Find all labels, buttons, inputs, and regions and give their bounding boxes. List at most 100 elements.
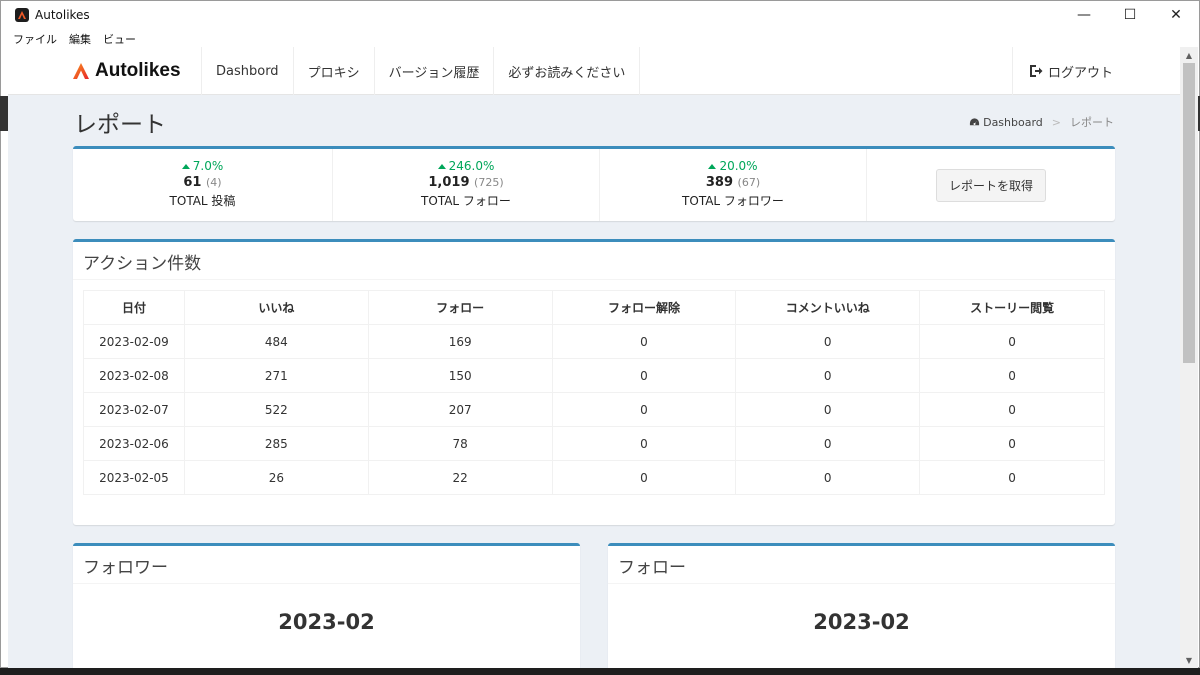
window-title: Autolikes bbox=[35, 8, 90, 22]
scroll-thumb[interactable] bbox=[1183, 63, 1195, 363]
caret-up-icon bbox=[708, 163, 717, 169]
stat-change-value: 246.0% bbox=[448, 159, 495, 173]
minimize-button[interactable]: — bbox=[1061, 1, 1107, 29]
breadcrumb-separator: > bbox=[1051, 115, 1061, 129]
stat-label: TOTAL フォロー bbox=[421, 194, 511, 208]
stat-value: 61 (4) bbox=[73, 175, 332, 190]
vertical-scrollbar[interactable]: ▲ ▼ bbox=[1180, 47, 1198, 668]
stat-previous: (67) bbox=[737, 176, 761, 189]
table-cell: 169 bbox=[367, 324, 553, 359]
table-cell: 26 bbox=[183, 460, 369, 495]
table-cell: 2023-02-06 bbox=[83, 426, 185, 461]
column-header-story-views: ストーリー閲覧 bbox=[919, 290, 1105, 325]
nav-item-version-history[interactable]: バージョン履歴 bbox=[375, 47, 495, 95]
app-logo-icon bbox=[15, 8, 29, 22]
get-report-button[interactable]: レポートを取得 bbox=[935, 168, 1046, 202]
table-row: 2023-02-09 484 169 0 0 0 bbox=[83, 324, 1105, 359]
followers-chart-box: フォロワー 2023-02 bbox=[73, 543, 580, 668]
column-header-date: 日付 bbox=[83, 290, 185, 325]
stat-follows: 246.0% 1,019 (725) TOTAL フォロー bbox=[333, 149, 600, 221]
box-title: フォロー bbox=[608, 546, 1115, 584]
table-cell: 0 bbox=[919, 460, 1105, 495]
report-button-cell: レポートを取得 bbox=[867, 149, 1115, 221]
table-cell: 0 bbox=[551, 460, 737, 495]
follows-chart-box: フォロー 2023-02 bbox=[608, 543, 1115, 668]
stat-change: 7.0% bbox=[73, 159, 332, 173]
table-cell: 0 bbox=[551, 324, 737, 359]
logout-button[interactable]: ログアウト bbox=[1012, 47, 1129, 95]
table-header-row: 日付 いいね フォロー フォロー解除 コメントいいね ストーリー閲覧 bbox=[83, 290, 1105, 325]
table-row: 2023-02-05 26 22 0 0 0 bbox=[83, 460, 1105, 495]
nav-item-must-read[interactable]: 必ずお読みください bbox=[494, 47, 641, 95]
table-cell: 0 bbox=[551, 392, 737, 427]
summary-stats-box: 7.0% 61 (4) TOTAL 投稿 246.0% 1,019 (725) … bbox=[73, 146, 1115, 221]
table-cell: 522 bbox=[183, 392, 369, 427]
box-title: フォロワー bbox=[73, 546, 580, 584]
table-cell: 207 bbox=[367, 392, 553, 427]
stat-value: 389 (67) bbox=[600, 175, 866, 190]
background-strip bbox=[0, 96, 8, 131]
menu-edit[interactable]: 編集 bbox=[69, 31, 91, 47]
stat-change-value: 20.0% bbox=[719, 159, 758, 173]
breadcrumb-current: レポート bbox=[1070, 116, 1114, 129]
table-cell: 78 bbox=[367, 426, 553, 461]
stat-change-value: 7.0% bbox=[192, 159, 224, 173]
breadcrumb: Dashboard > レポート bbox=[969, 114, 1114, 130]
table-row: 2023-02-08 271 150 0 0 0 bbox=[83, 358, 1105, 393]
sign-out-icon bbox=[1030, 65, 1043, 77]
table-cell: 0 bbox=[919, 324, 1105, 359]
table-cell: 0 bbox=[551, 426, 737, 461]
stat-previous: (725) bbox=[474, 176, 504, 189]
brand-a-icon bbox=[73, 63, 89, 79]
caret-up-icon bbox=[437, 163, 446, 169]
brand-name: Autolikes bbox=[95, 60, 181, 81]
table-row: 2023-02-06 285 78 0 0 0 bbox=[83, 426, 1105, 461]
table-cell: 150 bbox=[367, 358, 553, 393]
chart-period-title: 2023-02 bbox=[278, 610, 375, 634]
stat-followers: 20.0% 389 (67) TOTAL フォロワー bbox=[600, 149, 867, 221]
caret-up-icon bbox=[181, 163, 190, 169]
table-cell: 0 bbox=[919, 392, 1105, 427]
content-viewport: Autolikes Dashbord プロキシ バージョン履歴 必ずお読みくださ… bbox=[8, 47, 1180, 668]
table-cell: 2023-02-09 bbox=[83, 324, 185, 359]
table-cell: 0 bbox=[735, 426, 921, 461]
table-cell: 2023-02-05 bbox=[83, 460, 185, 495]
menu-bar: ファイル 編集 ビュー bbox=[1, 29, 1199, 48]
scroll-down-arrow-icon[interactable]: ▼ bbox=[1180, 652, 1198, 668]
stat-current: 1,019 bbox=[428, 175, 470, 190]
breadcrumb-home[interactable]: Dashboard bbox=[983, 116, 1043, 129]
table-cell: 484 bbox=[183, 324, 369, 359]
maximize-button[interactable]: ☐ bbox=[1107, 1, 1153, 29]
table-cell: 2023-02-08 bbox=[83, 358, 185, 393]
stat-change: 20.0% bbox=[600, 159, 866, 173]
column-header-unfollows: フォロー解除 bbox=[551, 290, 737, 325]
stat-posts: 7.0% 61 (4) TOTAL 投稿 bbox=[73, 149, 333, 221]
menu-file[interactable]: ファイル bbox=[13, 31, 57, 47]
stat-label: TOTAL 投稿 bbox=[169, 194, 236, 208]
action-count-table: 日付 いいね フォロー フォロー解除 コメントいいね ストーリー閲覧 2023-… bbox=[83, 290, 1105, 495]
menu-view[interactable]: ビュー bbox=[103, 31, 136, 47]
logout-label: ログアウト bbox=[1048, 65, 1114, 81]
scroll-up-arrow-icon[interactable]: ▲ bbox=[1180, 47, 1198, 63]
brand-logo[interactable]: Autolikes bbox=[71, 47, 181, 95]
page-title: レポート bbox=[74, 112, 166, 138]
table-cell: 0 bbox=[919, 358, 1105, 393]
taskbar-strip bbox=[0, 668, 1200, 675]
chart-period-title: 2023-02 bbox=[813, 610, 910, 634]
stat-current: 61 bbox=[183, 175, 202, 190]
table-cell: 0 bbox=[551, 358, 737, 393]
action-count-box: アクション件数 日付 いいね フォロー フォロー解除 コメントいいね ストーリー… bbox=[73, 239, 1115, 525]
table-cell: 0 bbox=[735, 392, 921, 427]
table-cell: 0 bbox=[735, 460, 921, 495]
table-row: 2023-02-07 522 207 0 0 0 bbox=[83, 392, 1105, 427]
nav-item-proxy[interactable]: プロキシ bbox=[294, 47, 375, 95]
stat-previous: (4) bbox=[206, 176, 222, 189]
top-navbar: Autolikes Dashbord プロキシ バージョン履歴 必ずお読みくださ… bbox=[8, 47, 1180, 95]
table-cell: 271 bbox=[183, 358, 369, 393]
nav-menu: Dashbord プロキシ バージョン履歴 必ずお読みください bbox=[201, 47, 641, 95]
nav-item-dashboard[interactable]: Dashbord bbox=[202, 47, 294, 95]
close-button[interactable]: ✕ bbox=[1153, 1, 1199, 29]
table-cell: 2023-02-07 bbox=[83, 392, 185, 427]
table-cell: 0 bbox=[919, 426, 1105, 461]
column-header-comment-likes: コメントいいね bbox=[735, 290, 921, 325]
